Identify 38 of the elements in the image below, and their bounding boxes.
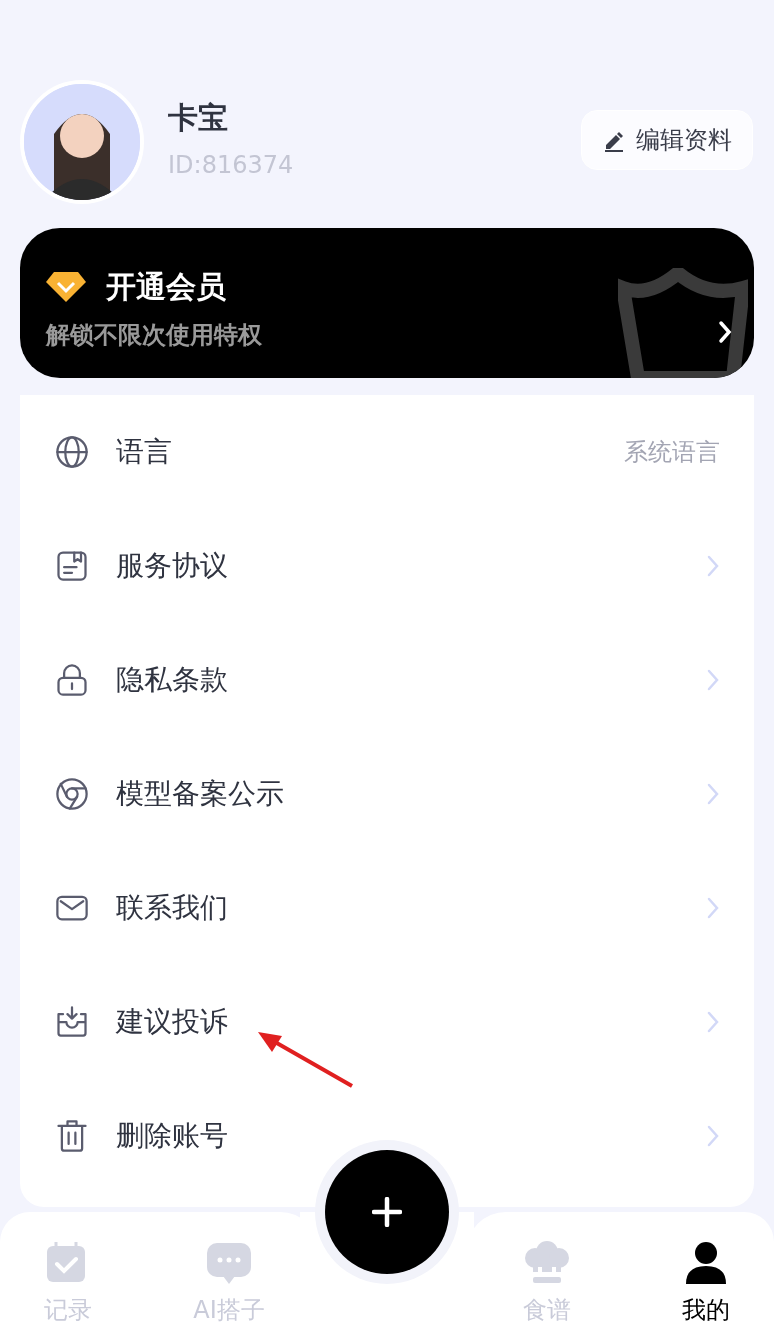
tab[interactable]: 我的	[646, 1240, 766, 1326]
row-label: 语言	[116, 434, 172, 470]
settings-row[interactable]: 建议投诉	[20, 965, 754, 1079]
row-value: 系统语言	[624, 437, 720, 468]
row-label: 服务协议	[116, 548, 228, 584]
row-label: 联系我们	[116, 890, 228, 926]
settings-row[interactable]: 联系我们	[20, 851, 754, 965]
lock-icon	[54, 662, 90, 698]
membership-title: 开通会员	[106, 268, 226, 306]
chevron-right-icon	[706, 896, 720, 920]
settings-row[interactable]: 服务协议	[20, 509, 754, 623]
row-label: 模型备案公示	[116, 776, 284, 812]
settings-row[interactable]: 语言 系统语言	[20, 395, 754, 509]
edit-profile-button[interactable]: 编辑资料	[581, 110, 753, 170]
aperture-icon	[54, 776, 90, 812]
plus-icon	[372, 1197, 402, 1227]
inbox-icon	[54, 1004, 90, 1040]
chat-bubble-icon	[205, 1240, 253, 1286]
chevron-right-icon	[706, 668, 720, 692]
chevron-right-icon	[706, 782, 720, 806]
crown-icon	[618, 268, 748, 378]
document-icon	[54, 548, 90, 584]
diamond-icon	[46, 271, 86, 302]
settings-row[interactable]: 模型备案公示	[20, 737, 754, 851]
row-label: 删除账号	[116, 1118, 228, 1154]
chevron-right-icon	[718, 320, 732, 344]
membership-banner[interactable]: 开通会员 解锁不限次使用特权	[20, 228, 754, 378]
row-label: 隐私条款	[116, 662, 228, 698]
settings-row[interactable]: 隐私条款	[20, 623, 754, 737]
chevron-right-icon	[706, 1124, 720, 1148]
chef-hat-icon	[523, 1240, 571, 1286]
globe-icon	[54, 434, 90, 470]
settings-row[interactable]: 删除账号	[20, 1079, 754, 1193]
membership-subtitle: 解锁不限次使用特权	[46, 320, 262, 351]
chevron-right-icon	[706, 1010, 720, 1034]
chevron-right-icon	[706, 554, 720, 578]
user-name: 卡宝	[168, 99, 229, 137]
row-label: 建议投诉	[116, 1004, 228, 1040]
